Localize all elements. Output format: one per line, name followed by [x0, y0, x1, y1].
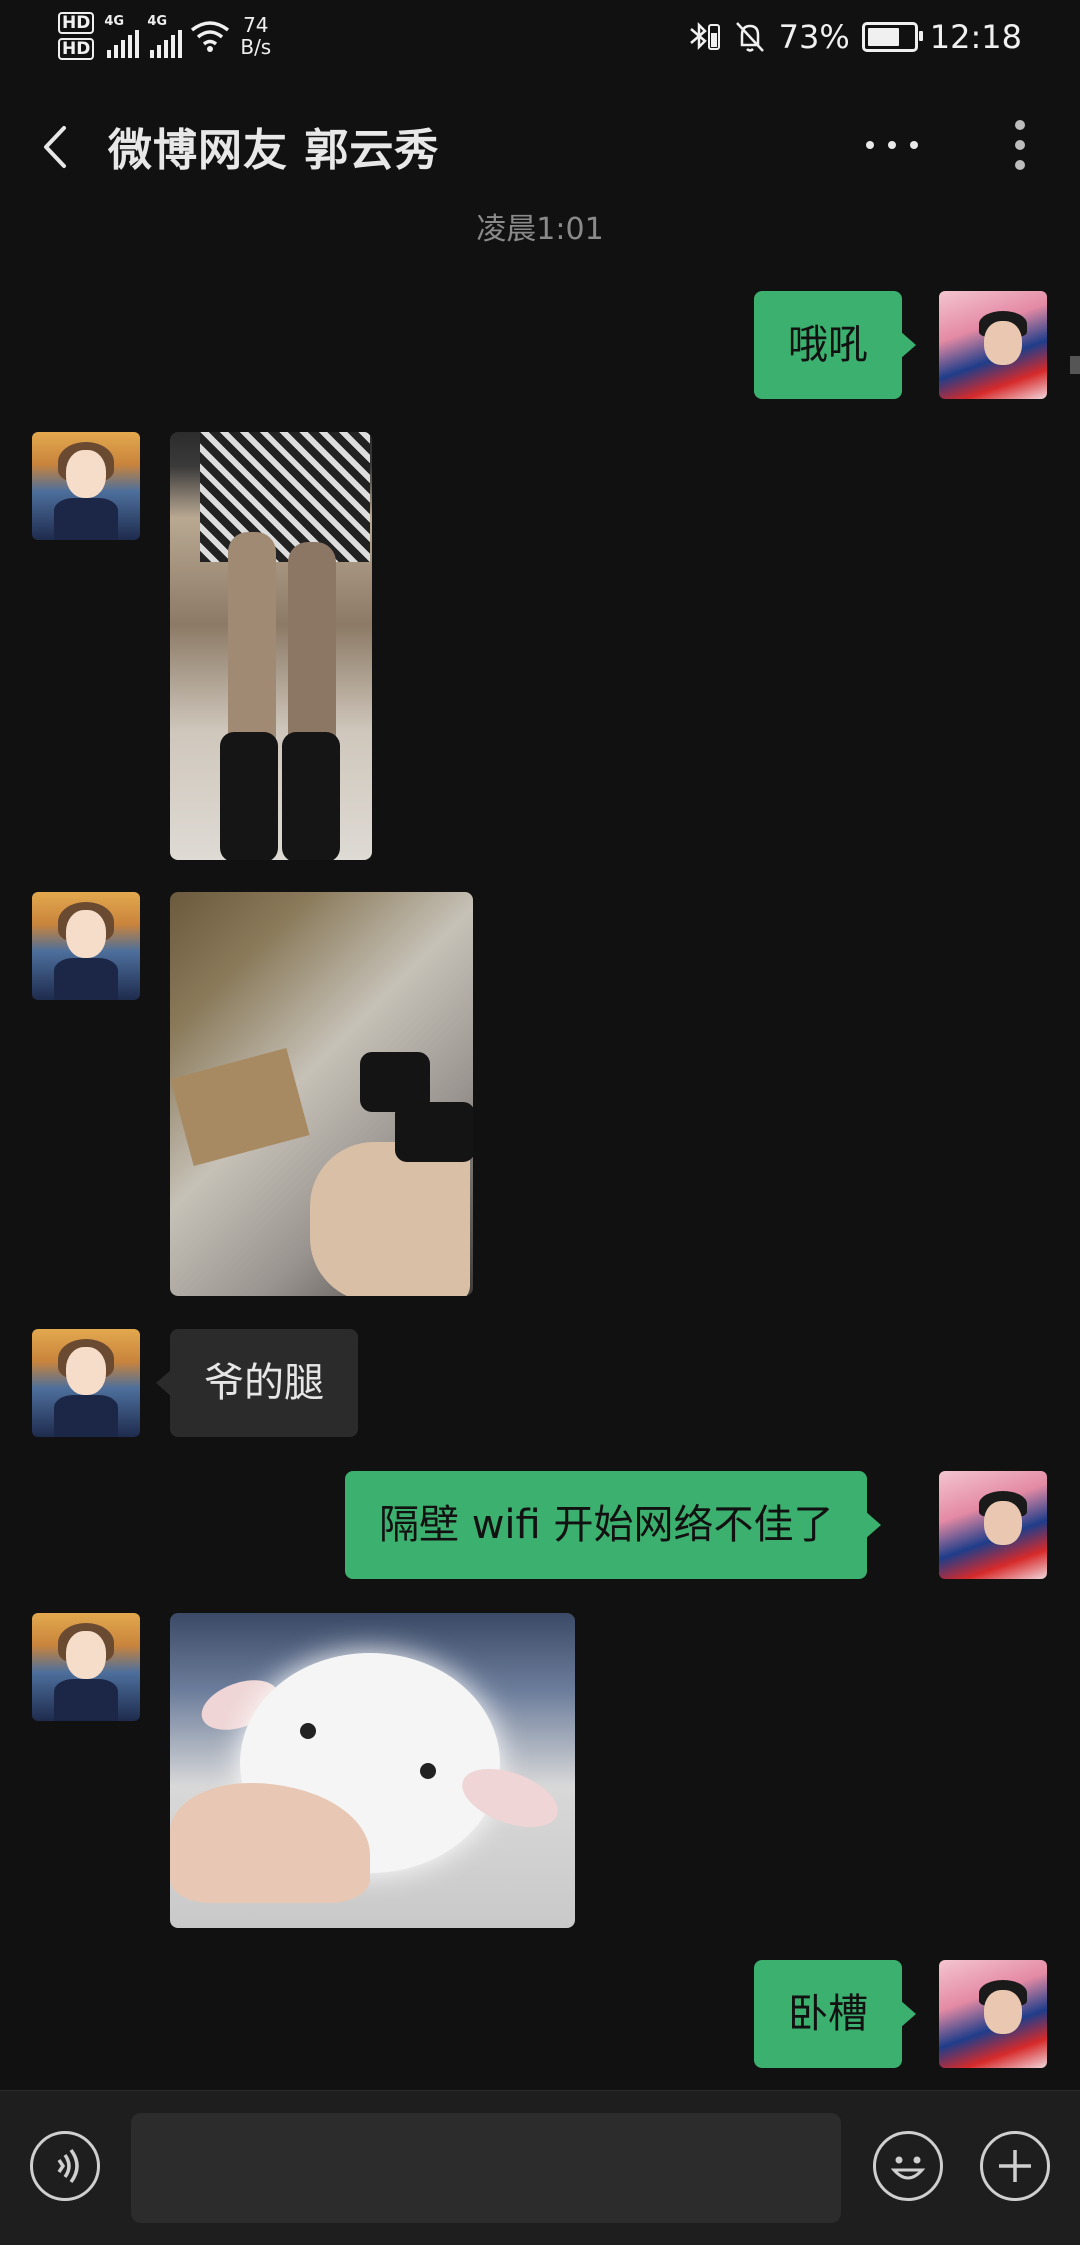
self-avatar[interactable] — [939, 1471, 1047, 1579]
contact-avatar[interactable] — [32, 432, 140, 540]
hd-indicators: HD HD — [58, 12, 95, 60]
status-bar: HD HD 4G 4G 74 B/s 73% 12:18 — [0, 0, 1080, 80]
chevron-left-icon[interactable] — [36, 122, 76, 172]
image-message[interactable] — [170, 892, 473, 1296]
self-avatar[interactable] — [939, 1960, 1047, 2068]
clock: 12:18 — [929, 18, 1022, 56]
message-input[interactable] — [131, 2113, 841, 2223]
signal-icon-sim1: 4G — [104, 14, 140, 58]
plus-icon — [999, 2150, 1031, 2182]
hd-badge-2: HD — [58, 38, 95, 60]
mute-icon — [735, 22, 764, 52]
ellipsis-icon[interactable] — [866, 130, 926, 160]
voice-icon — [57, 2148, 79, 2184]
hd-badge-1: HD — [58, 12, 95, 34]
image-message[interactable] — [170, 1613, 575, 1928]
input-bar — [0, 2090, 1080, 2245]
bluetooth-icon — [689, 21, 720, 51]
message-timestamp: 凌晨1:01 — [476, 212, 604, 247]
contact-avatar[interactable] — [32, 1613, 140, 1721]
signal-label-sim1: 4G — [104, 14, 125, 29]
network-speed-value: 74 — [243, 13, 269, 37]
signal-label-sim2: 4G — [147, 14, 168, 29]
message-bubble-incoming[interactable]: 爷的腿 — [156, 1329, 358, 1437]
signal-icon-sim2: 4G — [147, 14, 183, 58]
emoji-button[interactable] — [873, 2131, 943, 2201]
contact-avatar[interactable] — [32, 1329, 140, 1437]
status-right: 73% 12:18 — [687, 18, 1022, 56]
message-bubble-outgoing[interactable]: 卧槽 — [754, 1960, 916, 2068]
message-bubble-outgoing[interactable]: 哦吼 — [754, 291, 916, 399]
chat-header: 微博网友 郭云秀 — [0, 100, 1080, 190]
voice-button[interactable] — [30, 2131, 100, 2201]
plus-button[interactable] — [980, 2131, 1050, 2201]
network-speed: 74 B/s — [240, 14, 271, 58]
network-speed-unit: B/s — [240, 35, 272, 59]
status-left: HD HD 4G 4G 74 B/s — [58, 12, 271, 60]
battery-fill — [867, 28, 899, 46]
contact-avatar[interactable] — [32, 892, 140, 1000]
scroll-indicator — [1070, 356, 1080, 374]
self-avatar[interactable] — [939, 291, 1047, 399]
image-message[interactable] — [170, 432, 372, 860]
battery-percent: 73% — [778, 18, 850, 56]
kebab-icon[interactable] — [1005, 120, 1035, 174]
message-bubble-outgoing[interactable]: 隔壁 wifi 开始网络不佳了 — [345, 1471, 882, 1579]
chat-title: 微博网友 郭云秀 — [108, 125, 440, 176]
emoji-icon — [890, 2156, 926, 2180]
battery-icon — [861, 22, 923, 52]
wifi-icon — [191, 21, 230, 52]
